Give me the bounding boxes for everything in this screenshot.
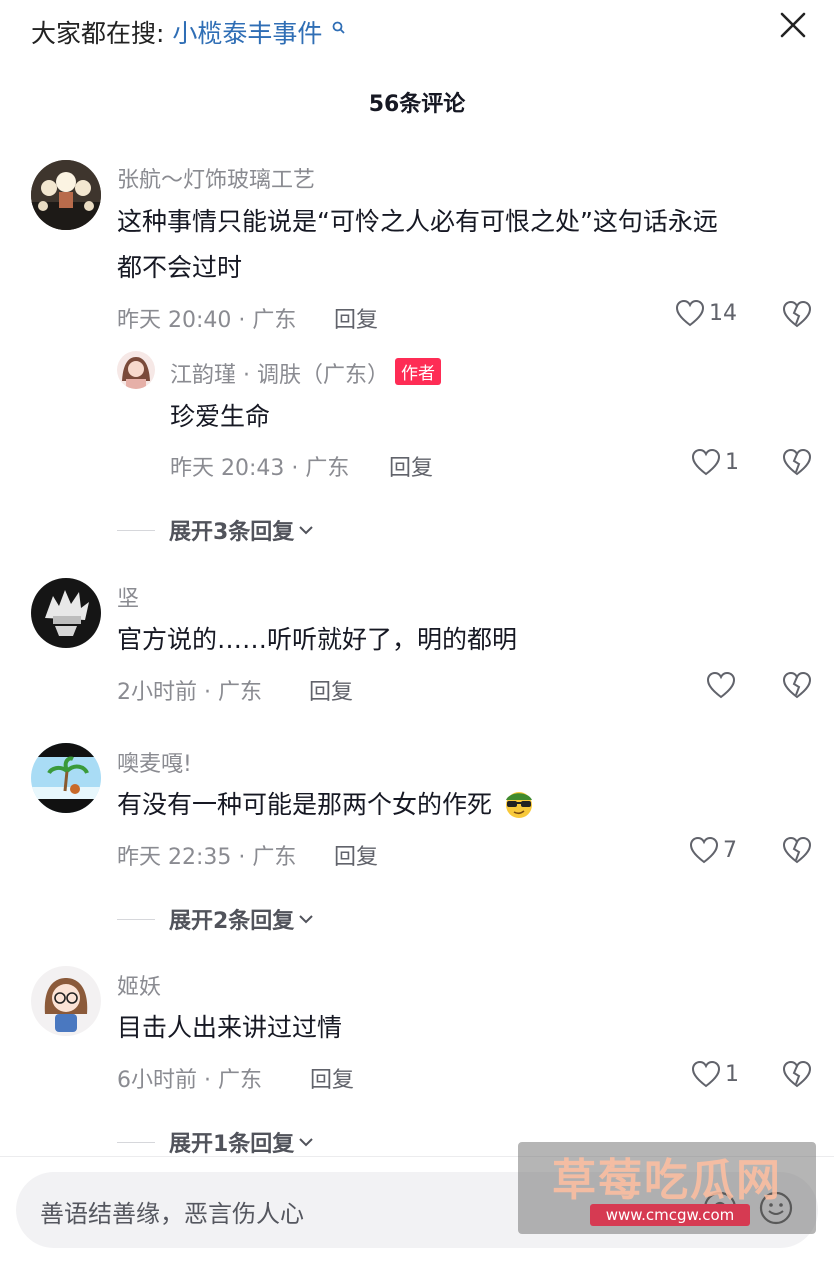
comment-meta: 6小时前 · 广东 <box>117 1068 262 1093</box>
dislike-icon[interactable] <box>782 670 812 700</box>
like-button[interactable]: 14 <box>675 299 737 327</box>
reply-button[interactable]: 回复 <box>310 1062 354 1094</box>
dislike-icon[interactable] <box>782 299 812 329</box>
comment-text-line: 这种事情只能说是“可怜之人必有可恨之处”这句话永远 <box>117 207 718 236</box>
avatar-image <box>117 351 155 389</box>
expand-replies-label: 展开1条回复 <box>169 1132 295 1157</box>
comment-user-name[interactable]: 噢麦嘎! <box>117 746 192 778</box>
expand-replies-label: 展开2条回复 <box>169 909 295 934</box>
avatar[interactable] <box>31 966 101 1036</box>
heart-icon <box>706 671 736 699</box>
comment-text: 有没有一种可能是那两个女的作死 <box>117 790 493 819</box>
avatar-image <box>31 966 101 1036</box>
trending-search-label: 大家都在搜: <box>31 19 165 48</box>
like-count: 7 <box>723 837 737 863</box>
reply-user-name[interactable]: 江韵瑾 · 调肤（广东） 作者 <box>170 357 441 389</box>
like-count: 1 <box>725 449 739 475</box>
avatar-image <box>31 743 101 813</box>
avatar[interactable] <box>117 351 155 389</box>
comment-text-line: 都不会过时 <box>117 253 243 282</box>
reply-button[interactable]: 回复 <box>334 302 378 334</box>
comment-user-name[interactable]: 坚 <box>117 581 139 613</box>
comment-input-placeholder: 善语结善缘，恶言伤人心 <box>40 1200 304 1228</box>
expand-divider <box>117 918 155 920</box>
avatar[interactable] <box>31 160 101 230</box>
heart-icon <box>689 836 719 864</box>
like-button[interactable]: 1 <box>691 448 739 476</box>
expand-divider <box>117 529 155 531</box>
dislike-icon[interactable] <box>782 835 812 865</box>
avatar[interactable] <box>31 743 101 813</box>
like-button[interactable] <box>706 671 740 699</box>
heart-icon <box>691 448 721 476</box>
heart-icon <box>675 299 705 327</box>
comment-meta: 2小时前 · 广东 <box>117 680 262 705</box>
search-icon <box>332 21 345 34</box>
dislike-icon[interactable] <box>782 1059 812 1089</box>
chevron-down-icon <box>299 915 314 924</box>
close-icon[interactable] <box>776 8 810 42</box>
heart-icon <box>691 1060 721 1088</box>
watermark-title: 草莓吃瓜网 <box>552 1155 782 1206</box>
reply-meta: 昨天 20:43 · 广东 <box>170 456 350 481</box>
chevron-down-icon <box>299 526 314 535</box>
reply-text: 珍爱生命 <box>170 402 271 431</box>
expand-replies-button[interactable]: 展开1条回复 <box>117 1126 314 1158</box>
comment-meta: 昨天 22:35 · 广东 <box>117 845 297 870</box>
reply-button[interactable]: 回复 <box>334 839 378 871</box>
watermark-url: www.cmcgw.com <box>590 1204 750 1226</box>
reply-button[interactable]: 回复 <box>309 674 353 706</box>
comment-user-name[interactable]: 张航～灯饰玻璃工艺 <box>117 162 315 194</box>
watermark-logo: 草莓吃瓜网 www.cmcgw.com <box>518 1142 816 1234</box>
comment-text-wrap: 有没有一种可能是那两个女的作死 <box>117 783 536 827</box>
comment-meta: 昨天 20:40 · 广东 <box>117 308 297 333</box>
like-count: 14 <box>709 300 737 326</box>
chevron-down-icon <box>299 1138 314 1147</box>
expand-replies-button[interactable]: 展开2条回复 <box>117 903 314 935</box>
sunglasses-emoji-icon <box>505 792 532 818</box>
avatar-image <box>31 578 101 648</box>
avatar-image <box>31 160 101 230</box>
dislike-icon[interactable] <box>782 447 812 477</box>
trending-search-query[interactable]: 小榄泰丰事件 <box>172 19 322 48</box>
reply-button[interactable]: 回复 <box>389 450 433 482</box>
like-button[interactable]: 7 <box>689 836 737 864</box>
trending-search-bar[interactable]: 大家都在搜: 小榄泰丰事件 <box>31 14 345 50</box>
like-count: 1 <box>725 1061 739 1087</box>
expand-divider <box>117 1141 155 1143</box>
expand-replies-label: 展开3条回复 <box>169 520 295 545</box>
comment-text: 官方说的……听听就好了，明的都明 <box>117 625 518 654</box>
reply-user-label: 江韵瑾 · 调肤（广东） <box>170 363 389 388</box>
comment-text: 目击人出来讲过过情 <box>117 1013 343 1042</box>
comment-user-name[interactable]: 姬妖 <box>117 969 161 1001</box>
avatar[interactable] <box>31 578 101 648</box>
expand-replies-button[interactable]: 展开3条回复 <box>117 514 314 546</box>
like-button[interactable]: 1 <box>691 1060 739 1088</box>
author-badge: 作者 <box>394 358 441 385</box>
comment-count-title: 56条评论 <box>368 92 466 117</box>
